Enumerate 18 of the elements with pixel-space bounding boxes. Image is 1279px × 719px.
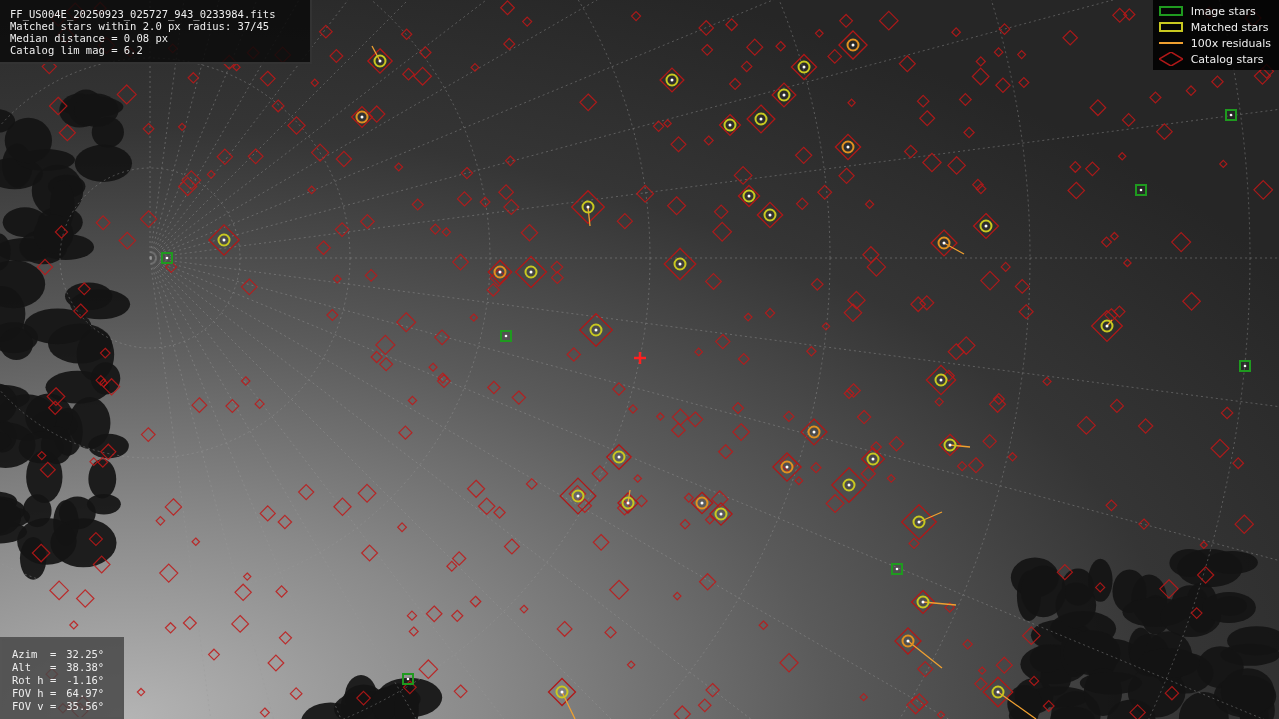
legend-label: Image stars <box>1190 4 1256 18</box>
param-value: 32.25° <box>66 648 105 661</box>
param-value: 35.56° <box>66 700 105 713</box>
param-label: Azim = <box>12 648 57 661</box>
param-label: FOV h = <box>12 687 57 700</box>
param-label: Alt = <box>12 661 57 674</box>
info-line: Catalog lim mag = 6.2 <box>10 44 144 56</box>
param-label: Rot h = <box>12 674 57 687</box>
legend-label: 100x residuals <box>1190 36 1271 50</box>
info-line: Median distance = 0.08 px <box>10 32 170 44</box>
legend-label: Matched stars <box>1190 20 1269 34</box>
info-line: Matched stars within 2.0 px radius: 37/45 <box>10 20 270 32</box>
param-label: FOV v = <box>12 700 57 713</box>
param-value: 64.97° <box>66 687 105 700</box>
info-line: FF_US004E_20250923_025727_943_0233984.fits <box>10 8 277 20</box>
param-value: -1.16° <box>66 674 105 687</box>
param-value: 38.38° <box>66 661 105 674</box>
legend-label: Catalog stars <box>1190 52 1264 66</box>
